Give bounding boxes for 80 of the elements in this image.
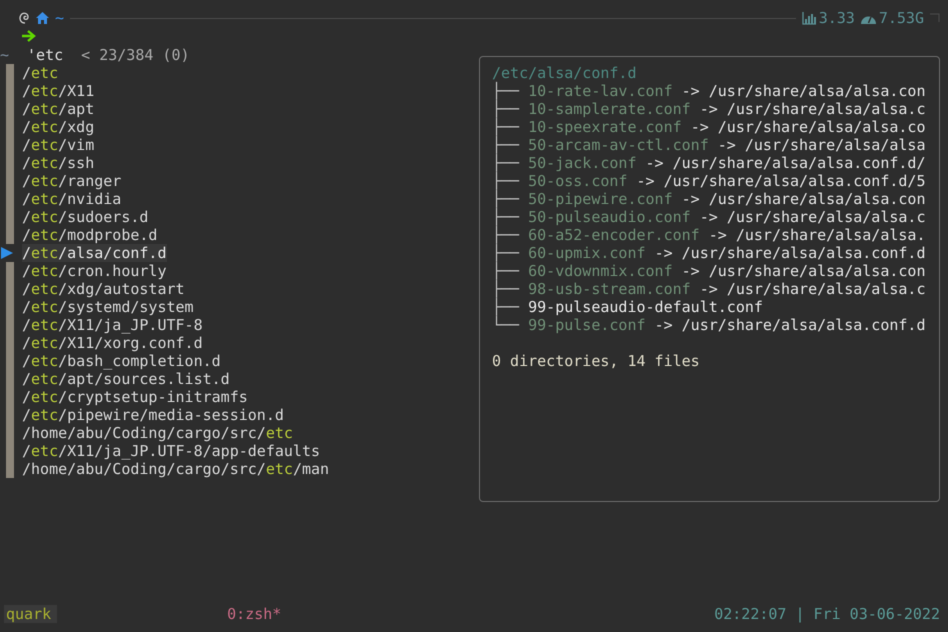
file-name: 50-arcam-av-ctl.conf [528, 136, 709, 154]
link-target: -> /usr/share/alsa/alsa.conf.d [654, 244, 926, 262]
prompt-path: ~ [55, 9, 64, 27]
result-path[interactable]: /etc/apt [22, 100, 94, 118]
result-path[interactable]: /etc/systemd/system [22, 298, 194, 316]
result-path[interactable]: /etc/bash_completion.d [22, 352, 221, 370]
tree-branch: ├── [492, 262, 520, 280]
result-path[interactable]: /etc/pipewire/media-session.d [22, 406, 284, 424]
file-name: 10-samplerate.conf [528, 100, 691, 118]
link-target: -> /usr/share/alsa/alsa.c [700, 208, 926, 226]
link-target: -> /usr/share/alsa/alsa. [708, 226, 926, 244]
link-target: -> /usr/share/alsa/alsa.conf.d/ [646, 154, 926, 172]
result-path[interactable]: /etc/X11/ja_JP.UTF-8/app-defaults [22, 442, 320, 460]
result-path[interactable]: /etc/xdg/autostart [22, 280, 185, 298]
file-name: 60-vdownmix.conf [528, 262, 673, 280]
tree-branch: ├── [492, 244, 520, 262]
result-path[interactable]: /etc/nvidia [22, 190, 122, 208]
tree-branch: ├── [492, 118, 520, 136]
file-name: 10-speexrate.conf [528, 118, 682, 136]
window-tab[interactable]: 0:zsh* [227, 605, 282, 623]
tree-branch: ├── [492, 136, 520, 154]
result-path[interactable]: /etc/X11 [22, 82, 94, 100]
tree-branch: └── [492, 316, 520, 334]
result-path[interactable]: /home/abu/Coding/cargo/src/etc/man [22, 460, 330, 478]
corner-line-icon [930, 13, 940, 23]
result-path[interactable]: /etc/alsa/conf.d [22, 244, 166, 262]
link-target: -> /usr/share/alsa/alsa.co [690, 118, 926, 136]
link-target: -> /usr/share/alsa/alsa.conf.d [654, 316, 926, 334]
match-counter: < 23/384 (0) [81, 46, 190, 64]
tree-branch: ├── [492, 226, 520, 244]
result-path[interactable]: /home/abu/Coding/cargo/src/etc [22, 424, 293, 442]
clock: 02:22:07 | Fri 03-06-2022 [714, 605, 940, 623]
arrow-icon [22, 30, 36, 42]
file-name: 50-oss.conf [528, 172, 628, 190]
file-name: 98-usb-stream.conf [528, 280, 691, 298]
session-name: quark [4, 605, 58, 623]
query-input[interactable]: 'etc [27, 46, 64, 64]
tree-branch: ├── [492, 82, 520, 100]
link-target: -> /usr/share/alsa/alsa.conf.d/5 [636, 172, 926, 190]
result-path[interactable]: /etc/vim [22, 136, 94, 154]
result-path[interactable]: /etc/X11/xorg.conf.d [22, 334, 203, 352]
home-icon [36, 12, 49, 24]
file-name: 50-jack.conf [528, 154, 636, 172]
tree-branch: ├── [492, 100, 520, 118]
file-name: 50-pipewire.conf [528, 190, 673, 208]
file-name: 60-a52-encoder.conf [528, 226, 700, 244]
result-path[interactable]: /etc/cryptsetup-initramfs [22, 388, 248, 406]
tree-branch: ├── [492, 298, 520, 316]
tree-summary: 0 directories, 14 files [492, 352, 701, 370]
file-name: 99-pulseaudio-default.conf [528, 298, 763, 316]
link-target: -> /usr/share/alsa/alsa.c [700, 280, 926, 298]
memory-usage: 7.53G [878, 9, 924, 27]
bar-chart-icon [802, 12, 816, 24]
result-path[interactable]: /etc/ranger [22, 172, 122, 190]
debian-swirl-icon [18, 12, 30, 24]
tree-branch: ├── [492, 154, 520, 172]
link-target: -> /usr/share/alsa/alsa [718, 136, 926, 154]
link-target: -> /usr/share/alsa/alsa.con [682, 82, 926, 100]
result-path[interactable]: /etc/cron.hourly [22, 262, 166, 280]
result-path[interactable]: /etc/modprobe.d [22, 226, 158, 244]
preview-header: /etc/alsa/conf.d [492, 64, 638, 82]
result-path[interactable]: /etc/apt/sources.list.d [22, 370, 230, 388]
file-name: 10-rate-lav.conf [528, 82, 673, 100]
tree-branch: ├── [492, 172, 520, 190]
file-name: 60-upmix.conf [528, 244, 646, 262]
link-target: -> /usr/share/alsa/alsa.con [682, 262, 926, 280]
file-name: 99-pulse.conf [528, 316, 646, 334]
file-name: 50-pulseaudio.conf [528, 208, 691, 226]
result-path[interactable]: /etc/ssh [22, 154, 94, 172]
query-directory: ~ [0, 46, 10, 64]
result-path[interactable]: /etc/sudoers.d [22, 208, 148, 226]
load-average: 3.33 [818, 9, 855, 27]
result-path[interactable]: /etc [22, 64, 58, 82]
link-target: -> /usr/share/alsa/alsa.c [700, 100, 926, 118]
tree-branch: ├── [492, 280, 520, 298]
tree-branch: ├── [492, 190, 520, 208]
result-path[interactable]: /etc/X11/ja_JP.UTF-8 [22, 316, 203, 334]
result-path[interactable]: /etc/xdg [22, 118, 94, 136]
link-target: -> /usr/share/alsa/alsa.con [682, 190, 926, 208]
tree-branch: ├── [492, 208, 520, 226]
